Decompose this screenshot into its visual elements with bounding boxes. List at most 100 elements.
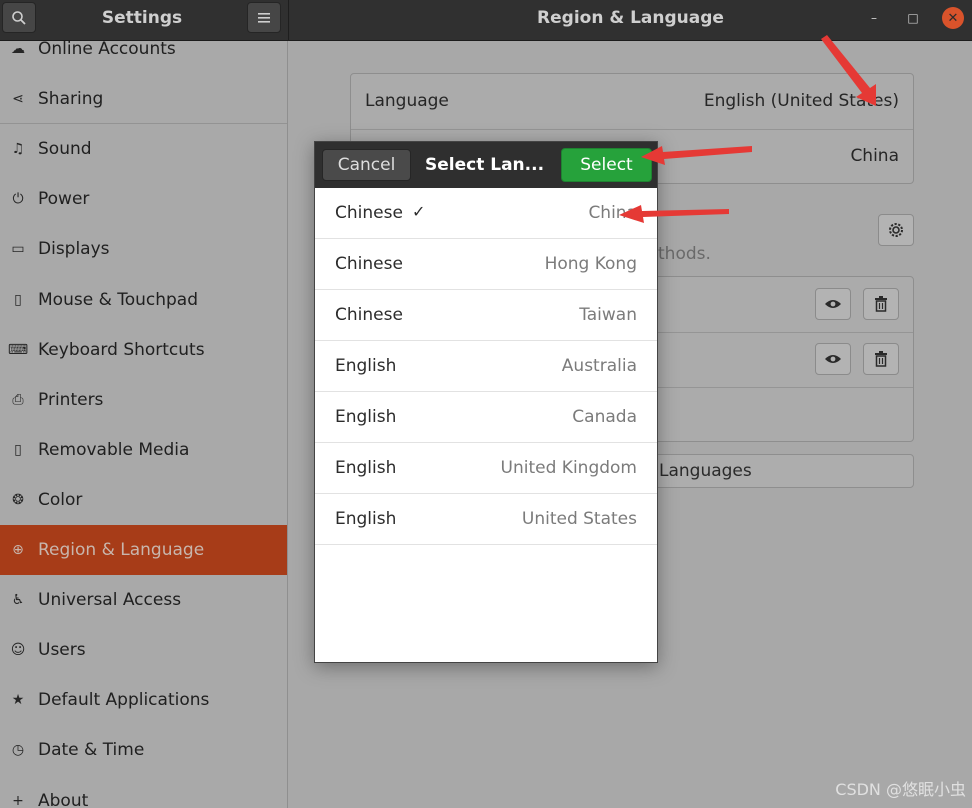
trash-icon bbox=[875, 296, 887, 312]
language-label: Language bbox=[365, 91, 449, 111]
sidebar-item-label: Displays bbox=[38, 239, 110, 259]
info-icon: + bbox=[12, 793, 24, 808]
users-icon: ☺ bbox=[10, 642, 26, 658]
formats-value: China bbox=[850, 146, 899, 166]
language-name: English bbox=[335, 509, 397, 529]
language-option[interactable]: English United States bbox=[315, 494, 657, 545]
remove-source-button[interactable] bbox=[863, 343, 899, 375]
keyboard-icon: ⌨ bbox=[7, 342, 29, 358]
sidebar-item-online-accounts[interactable]: ☁ Online Accounts bbox=[0, 41, 287, 74]
sidebar: ☁ Online Accounts ⋖ Sharing ♫ Sound ⏻ Power ▭ Dis… bbox=[0, 41, 288, 808]
usb-drive-icon: ▯ bbox=[14, 442, 22, 458]
title-bar: Settings Region & Language – □ ✕ bbox=[0, 0, 972, 41]
sidebar-item-label: Power bbox=[38, 189, 90, 209]
sidebar-item-keyboard-shortcuts[interactable]: ⌨ Keyboard Shortcuts bbox=[0, 325, 287, 375]
maximize-icon: □ bbox=[907, 11, 919, 25]
region-name: United States bbox=[521, 509, 637, 529]
sidebar-item-label: Online Accounts bbox=[38, 41, 176, 59]
star-icon: ★ bbox=[11, 692, 25, 708]
region-name: Taiwan bbox=[579, 305, 637, 325]
region-name: Canada bbox=[572, 407, 637, 427]
sidebar-item-label: Date & Time bbox=[38, 740, 145, 760]
close-button[interactable]: ✕ bbox=[942, 7, 964, 29]
sidebar-item-users[interactable]: ☺ Users bbox=[0, 625, 287, 675]
manage-languages-label: Languages bbox=[659, 461, 752, 481]
region-name: Australia bbox=[561, 356, 637, 376]
language-option[interactable]: English Canada bbox=[315, 392, 657, 443]
sidebar-item-universal-access[interactable]: ♿ Universal Access bbox=[0, 575, 287, 625]
online-accounts-icon: ☁ bbox=[11, 41, 25, 57]
sidebar-item-region-language[interactable]: ⊕ Region & Language bbox=[0, 525, 287, 575]
input-sources-hint: thods. bbox=[658, 244, 711, 264]
sidebar-item-sharing[interactable]: ⋖ Sharing bbox=[0, 74, 287, 124]
sidebar-item-mouse-touchpad[interactable]: ▯ Mouse & Touchpad bbox=[0, 275, 287, 325]
color-icon: ❂ bbox=[12, 492, 24, 508]
sidebar-item-sound[interactable]: ♫ Sound bbox=[0, 124, 287, 174]
sidebar-item-label: Sharing bbox=[38, 89, 104, 109]
language-option[interactable]: English Australia bbox=[315, 341, 657, 392]
cancel-button[interactable]: Cancel bbox=[322, 149, 411, 181]
mouse-icon: ▯ bbox=[14, 292, 22, 308]
language-name: English bbox=[335, 356, 397, 376]
language-name: Chinese bbox=[335, 254, 403, 274]
language-name: English bbox=[335, 458, 397, 478]
power-icon: ⏻ bbox=[12, 191, 24, 207]
sidebar-item-label: Sound bbox=[38, 139, 92, 159]
music-note-icon: ♫ bbox=[11, 141, 25, 157]
checkmark-icon: ✓ bbox=[412, 202, 426, 221]
input-options-button[interactable] bbox=[878, 214, 914, 246]
minimize-button[interactable]: – bbox=[863, 7, 885, 29]
sidebar-item-printers[interactable]: ⎙ Printers bbox=[0, 375, 287, 425]
share-icon: ⋖ bbox=[12, 91, 24, 107]
sidebar-item-label: Keyboard Shortcuts bbox=[38, 340, 205, 360]
maximize-button[interactable]: □ bbox=[902, 7, 924, 29]
language-row[interactable]: Language English (United States) bbox=[351, 74, 913, 129]
language-option[interactable]: Chinese ✓ China bbox=[315, 188, 657, 239]
sidebar-item-label: About bbox=[38, 791, 89, 808]
language-value: English (United States) bbox=[703, 91, 899, 111]
search-button[interactable] bbox=[2, 2, 36, 33]
region-name: Hong Kong bbox=[544, 254, 637, 274]
preview-source-button[interactable] bbox=[815, 288, 851, 320]
sidebar-item-default-applications[interactable]: ★ Default Applications bbox=[0, 675, 287, 725]
sidebar-item-about[interactable]: + About bbox=[0, 776, 287, 808]
select-button[interactable]: Select bbox=[561, 148, 652, 182]
sidebar-item-label: Default Applications bbox=[38, 690, 210, 710]
minimize-icon: – bbox=[871, 11, 877, 25]
sidebar-item-label: Color bbox=[38, 490, 83, 510]
sidebar-item-label: Mouse & Touchpad bbox=[38, 290, 199, 310]
sidebar-item-label: Printers bbox=[38, 390, 104, 410]
watermark: CSDN @悠眠小虫 bbox=[835, 780, 966, 799]
language-option[interactable]: Chinese Taiwan bbox=[315, 290, 657, 341]
sidebar-item-label: Users bbox=[38, 640, 86, 660]
sidebar-item-removable-media[interactable]: ▯ Removable Media bbox=[0, 425, 287, 475]
dialog-title: Select Lan... bbox=[425, 155, 545, 175]
trash-icon bbox=[875, 351, 887, 367]
language-name: Chinese bbox=[335, 203, 403, 223]
globe-icon: ⊕ bbox=[12, 542, 24, 558]
select-language-dialog: Cancel Select Lan... Select Chinese ✓ Chin… bbox=[314, 141, 658, 663]
gear-icon bbox=[889, 223, 903, 237]
sidebar-item-power[interactable]: ⏻ Power bbox=[0, 174, 287, 224]
region-name: United Kingdom bbox=[500, 458, 637, 478]
clock-icon: ◷ bbox=[11, 742, 25, 758]
language-option[interactable]: Chinese Hong Kong bbox=[315, 239, 657, 290]
region-name: China bbox=[588, 203, 637, 223]
language-option[interactable]: English United Kingdom bbox=[315, 443, 657, 494]
sidebar-item-color[interactable]: ❂ Color bbox=[0, 475, 287, 525]
sidebar-item-date-time[interactable]: ◷ Date & Time bbox=[0, 725, 287, 775]
sidebar-item-displays[interactable]: ▭ Displays bbox=[0, 224, 287, 274]
accessibility-icon: ♿ bbox=[11, 592, 25, 608]
display-icon: ▭ bbox=[11, 241, 25, 257]
preview-source-button[interactable] bbox=[815, 343, 851, 375]
menu-button[interactable] bbox=[247, 2, 281, 33]
dialog-header: Cancel Select Lan... Select bbox=[315, 142, 657, 188]
search-icon bbox=[12, 10, 26, 25]
remove-source-button[interactable] bbox=[863, 288, 899, 320]
sidebar-item-label: Removable Media bbox=[38, 440, 190, 460]
language-name: Chinese bbox=[335, 305, 403, 325]
sidebar-item-label: Region & Language bbox=[38, 540, 205, 560]
sidebar-divider bbox=[0, 123, 287, 124]
language-name: English bbox=[335, 407, 397, 427]
sidebar-item-label: Universal Access bbox=[38, 590, 182, 610]
